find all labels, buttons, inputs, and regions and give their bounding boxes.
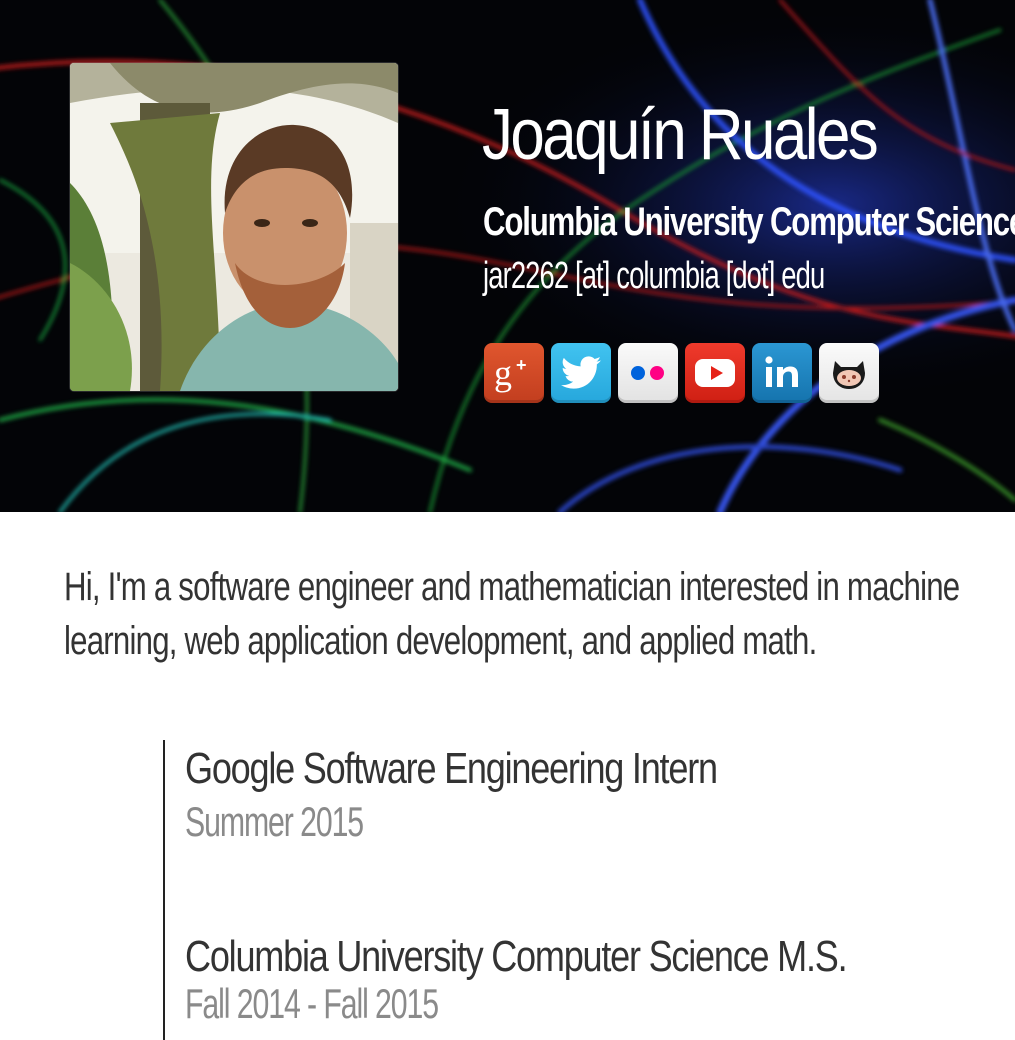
social-links: g + [484,343,879,403]
profile-header: Joaquín Ruales Columbia University Compu… [0,0,1015,512]
linkedin-icon [765,356,798,387]
github-link[interactable] [819,343,879,403]
youtube-icon [695,359,735,387]
profile-photo [70,63,398,391]
svg-text:g: g [494,353,512,393]
flickr-link[interactable] [618,343,678,403]
timeline-entry-date: Summer 2015 [185,798,364,845]
twitter-link[interactable] [551,343,611,403]
github-icon [833,361,865,389]
timeline-entry-title: Google Software Engineering Intern [185,744,718,793]
twitter-icon [561,356,601,389]
flickr-icon [631,366,664,380]
svg-text:+: + [516,355,527,375]
youtube-link[interactable] [685,343,745,403]
timeline-entry-title: Columbia University Computer Science M.S… [185,932,848,981]
timeline-line [163,740,165,1040]
google-plus-link[interactable]: g + [484,343,544,403]
linkedin-link[interactable] [752,343,812,403]
timeline-entry-date: Fall 2014 - Fall 2015 [185,980,439,1027]
intro-text: Hi, I'm a software engineer and mathemat… [64,565,960,663]
google-plus-icon: g + [494,353,527,393]
profile-name: Joaquín Ruales [482,95,879,175]
profile-email: jar2262 [at] columbia [dot] edu [483,255,825,297]
profile-affiliation: Columbia University Computer Science [483,200,1015,244]
